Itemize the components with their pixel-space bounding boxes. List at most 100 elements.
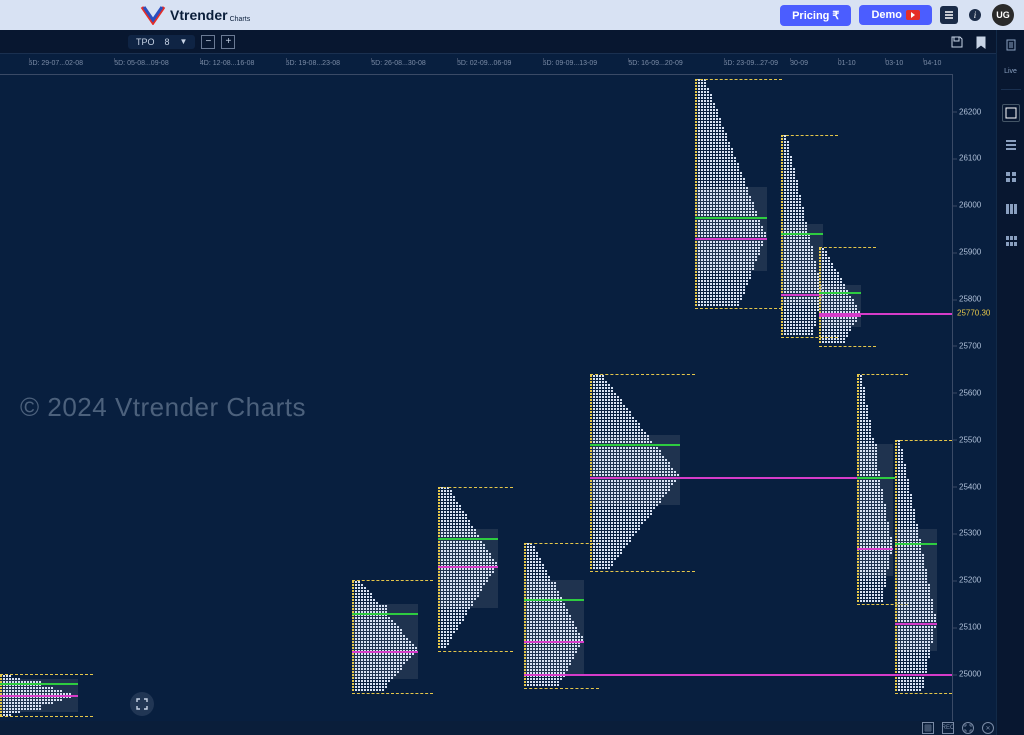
vah-line <box>524 599 584 601</box>
range-edge-line <box>590 571 695 572</box>
date-axis: 5D: 29-07...02-085D: 05-08...09-084D: 12… <box>0 60 952 74</box>
range-edge-line <box>0 716 93 717</box>
price-tick: 25100 <box>959 623 981 632</box>
rail-single-icon[interactable] <box>1002 104 1020 122</box>
range-edge-line <box>438 487 513 488</box>
range-edge-line <box>590 374 695 375</box>
profile-p10 <box>895 440 957 693</box>
chevron-down-icon: ▼ <box>180 37 188 46</box>
tpo-mode-select[interactable]: TPO 8 ▼ <box>128 35 195 49</box>
vah-line <box>0 683 78 685</box>
user-avatar[interactable]: UG <box>992 4 1014 26</box>
price-tick: 25500 <box>959 435 981 444</box>
range-edge-line <box>695 79 782 80</box>
rail-separator <box>1001 89 1021 90</box>
pricing-label: Pricing ₹ <box>792 9 839 22</box>
zoom-in-button[interactable]: + <box>221 35 235 49</box>
price-axis[interactable]: 2620026100260002590025800257002560025500… <box>952 74 996 721</box>
poc-line <box>695 238 767 240</box>
range-edge-line <box>781 135 838 136</box>
demo-label: Demo <box>871 9 902 21</box>
pricing-button[interactable]: Pricing ₹ <box>780 5 851 26</box>
chart-toolbar: TPO 8 ▼ − + <box>0 30 1024 54</box>
price-tick: 25300 <box>959 529 981 538</box>
price-tick: 25800 <box>959 295 981 304</box>
info-icon[interactable]: i <box>966 6 984 24</box>
vah-line <box>438 538 498 540</box>
poc-line <box>0 695 78 697</box>
bookmark-icon[interactable] <box>974 35 988 49</box>
bottom-toolbar: REC ✕ <box>922 722 994 734</box>
range-edge-line <box>819 247 876 248</box>
date-tick: 04-10 <box>923 60 941 67</box>
save-icon[interactable] <box>950 35 964 49</box>
profile-p2 <box>352 580 438 693</box>
poc-line <box>781 294 823 296</box>
close-icon[interactable]: ✕ <box>982 722 994 734</box>
range-edge-line <box>895 440 952 441</box>
price-tick: 25400 <box>959 482 981 491</box>
date-tick: 5D: 09-09...13-09 <box>543 60 597 67</box>
avatar-initials: UG <box>996 10 1010 20</box>
profile-p3 <box>438 487 518 651</box>
poc-line <box>352 651 418 653</box>
date-tick: 01-10 <box>838 60 856 67</box>
profile-p1 <box>0 674 98 716</box>
side-rail: Live <box>996 30 1024 735</box>
youtube-icon <box>906 10 920 20</box>
date-tick: 5D: 29-07...02-08 <box>29 60 83 67</box>
price-tick: 25000 <box>959 670 981 679</box>
brand-logo-mark <box>140 5 166 25</box>
toolbar-left: TPO 8 ▼ − + <box>128 35 235 49</box>
vah-line <box>590 444 680 446</box>
grid-toggle-icon[interactable] <box>922 722 934 734</box>
range-edge-line <box>438 651 513 652</box>
tpo-value-label: 8 <box>165 37 170 47</box>
rail-live-label: Live <box>1004 68 1017 75</box>
vah-line <box>781 233 823 235</box>
date-tick: 5D: 26-08...30-08 <box>371 60 425 67</box>
date-tick: 5D: 19-08...23-08 <box>286 60 340 67</box>
price-tick: 25200 <box>959 576 981 585</box>
axis-top-border <box>0 74 952 75</box>
app-header: Vtrender Charts Pricing ₹ Demo i UG <box>0 0 1024 30</box>
vah-line <box>352 613 418 615</box>
header-actions: Pricing ₹ Demo i UG <box>780 4 1014 26</box>
poc-line <box>857 548 893 550</box>
date-tick: 5D: 02-09...06-09 <box>457 60 511 67</box>
vah-line <box>895 543 937 545</box>
extended-green-line <box>857 477 895 479</box>
watermark-text: © 2024 Vtrender Charts <box>20 392 306 423</box>
rail-grid6-icon[interactable] <box>1002 232 1020 250</box>
range-edge-line <box>695 308 782 309</box>
rec-icon[interactable]: REC <box>942 722 954 734</box>
brand-sub: Charts <box>230 16 251 23</box>
rail-grid2-icon[interactable] <box>1002 168 1020 186</box>
price-tick: 26000 <box>959 201 981 210</box>
list-icon[interactable] <box>940 6 958 24</box>
date-tick: 5D: 23-09...27-09 <box>724 60 778 67</box>
chart-canvas[interactable]: 5D: 29-07...02-085D: 05-08...09-084D: 12… <box>0 54 996 721</box>
tpo-mode-label: TPO <box>136 37 155 47</box>
extended-magenta-line <box>819 313 952 315</box>
price-tick: 25700 <box>959 341 981 350</box>
demo-button[interactable]: Demo <box>859 5 932 25</box>
extended-magenta-line <box>524 674 952 676</box>
expand-icon[interactable] <box>962 722 974 734</box>
range-edge-line <box>0 674 93 675</box>
date-tick: 30-09 <box>790 60 808 67</box>
brand-name: Vtrender <box>170 7 228 23</box>
poc-line <box>895 623 937 625</box>
profile-p8 <box>819 247 881 345</box>
rail-rows-icon[interactable] <box>1002 136 1020 154</box>
rail-doc-icon[interactable] <box>1002 36 1020 54</box>
poc-line <box>524 641 584 643</box>
poc-line <box>438 566 498 568</box>
rail-cols-icon[interactable] <box>1002 200 1020 218</box>
fullscreen-button[interactable] <box>130 692 154 716</box>
zoom-out-button[interactable]: − <box>201 35 215 49</box>
vah-line <box>695 217 767 219</box>
price-tick: 25600 <box>959 388 981 397</box>
date-tick: 4D: 12-08...16-08 <box>200 60 254 67</box>
date-tick: 5D: 16-09...20-09 <box>628 60 682 67</box>
